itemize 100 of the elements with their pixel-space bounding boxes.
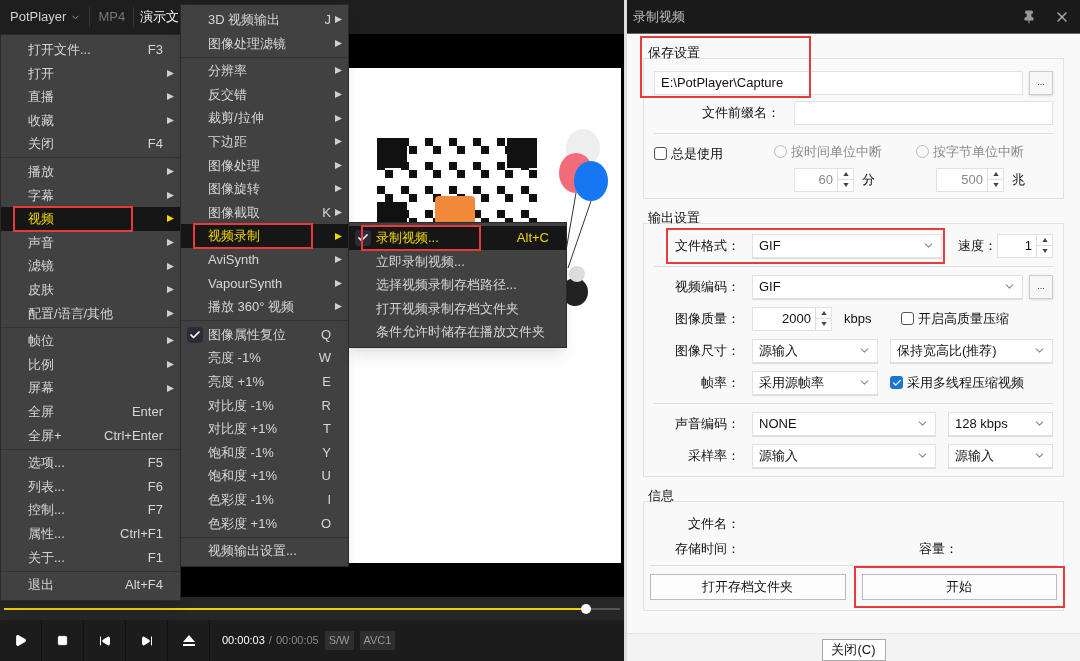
menu-item[interactable]: 播放 360° 视频 — [181, 295, 348, 319]
group-title: 保存设置 — [648, 45, 700, 60]
menu-item[interactable]: VapourSynth — [181, 271, 348, 296]
number-spinner[interactable]: 2000 — [752, 306, 832, 331]
menu-item[interactable]: 退出 Alt+F4 — [1, 573, 180, 597]
menu-item[interactable]: 录制视频... Alt+C — [349, 226, 566, 250]
time-separator: / — [268, 633, 272, 649]
menu-item[interactable]: 关于... F1 — [1, 545, 180, 570]
browse-button[interactable]: ... — [1029, 71, 1053, 95]
menu-item[interactable]: 亮度 +1% E — [181, 369, 348, 394]
submenu-arrow-icon — [335, 279, 342, 287]
checkbox[interactable]: 开启高质量压缩 — [901, 308, 1010, 329]
dialog-button[interactable]: 打开存档文件夹 — [650, 573, 846, 600]
total-time: 00:00:05 — [275, 633, 319, 649]
dropdown[interactable]: GIF — [752, 274, 1023, 299]
menu-item[interactable]: 反交错 — [181, 82, 348, 107]
menu-item[interactable]: 条件允许时储存在播放文件夹 — [349, 320, 566, 344]
next-icon — [140, 634, 153, 647]
submenu-arrow-icon — [335, 303, 342, 311]
menu-item[interactable]: 裁剪/拉伸 — [181, 106, 348, 130]
menu-item[interactable]: 图像处理 — [181, 153, 348, 178]
dialog-button[interactable]: 开始 — [861, 573, 1057, 600]
number-spinner[interactable]: 1 — [997, 233, 1053, 258]
video-title: 演示文 — [133, 7, 180, 27]
menu-item[interactable]: 选择视频录制存档路径... — [349, 273, 566, 297]
seek-handle[interactable] — [581, 603, 592, 614]
submenu-arrow-icon — [335, 209, 342, 217]
submenu-arrow-icon — [167, 309, 174, 317]
submenu-arrow-icon — [167, 337, 174, 345]
menu-item[interactable]: 属性... Ctrl+F1 — [1, 521, 180, 546]
field-label: 声音编码： — [674, 414, 740, 433]
menu-item[interactable]: 声音 — [1, 230, 180, 255]
menu-item[interactable]: 打开视频录制存档文件夹 — [349, 296, 566, 321]
dropdown[interactable]: 128 kbps — [948, 411, 1053, 436]
menu-item[interactable]: 关闭 F4 — [1, 132, 180, 156]
current-time: 00:00:03 — [222, 633, 265, 649]
menu-item[interactable]: 3D 视频输出 J — [181, 8, 348, 32]
submenu-arrow-icon — [167, 93, 174, 101]
dropdown[interactable]: 源输入 — [752, 338, 878, 363]
submenu-arrow-icon — [167, 215, 174, 223]
dropdown[interactable]: 保持宽高比(推荐) — [890, 338, 1053, 363]
close-button[interactable]: 关闭(C) — [821, 639, 886, 661]
checkbox[interactable]: 采用多线程压缩视频 — [890, 372, 1024, 393]
menu-item[interactable]: 打开 — [1, 61, 180, 86]
menu-item[interactable]: 亮度 -1% W — [181, 346, 348, 370]
menu-item[interactable]: 全屏 Enter — [1, 399, 180, 424]
menu-item[interactable]: 视频输出设置... — [181, 539, 348, 563]
menu-item[interactable]: 图像属性复位 Q — [181, 322, 348, 347]
menu-item[interactable]: 播放 — [1, 159, 180, 184]
dropdown[interactable]: GIF — [752, 233, 942, 258]
menu-item[interactable]: AviSynth — [181, 247, 348, 272]
menu-item[interactable]: 收藏 — [1, 108, 180, 133]
menu-item[interactable]: 色彩度 +1% O — [181, 511, 348, 536]
menu-item[interactable]: 配置/语言/其他 — [1, 301, 180, 326]
menu-item[interactable]: 视频录制 — [181, 224, 348, 248]
menu-item[interactable]: 饱和度 +1% U — [181, 464, 348, 488]
brand-menu[interactable]: PotPlayer — [0, 7, 77, 27]
menu-item[interactable]: 选项... F5 — [1, 451, 180, 475]
menu-item[interactable]: 列表... F6 — [1, 474, 180, 499]
menu-item[interactable]: 皮肤 — [1, 277, 180, 302]
path-field[interactable]: E:\PotPlayer\Capture — [654, 71, 1023, 95]
menu-item[interactable]: 直播 — [1, 85, 180, 109]
dialog-title: 录制视频 — [633, 7, 686, 26]
submenu-arrow-icon — [167, 191, 174, 199]
menu-item[interactable]: 色彩度 -1% I — [181, 487, 348, 512]
menu-item[interactable]: 比例 — [1, 352, 180, 377]
prefix-field[interactable] — [794, 101, 1053, 125]
menu-item[interactable]: 饱和度 -1% Y — [181, 440, 348, 465]
codec-badge: AVC1 — [359, 631, 396, 650]
menu-item[interactable]: 帧位 — [1, 329, 180, 353]
up-arrow-icon — [842, 171, 849, 176]
menu-item[interactable]: 图像旋转 — [181, 177, 348, 201]
up-arrow-icon — [992, 171, 999, 176]
menu-item[interactable]: 屏幕 — [1, 376, 180, 400]
field-label: 帧率： — [700, 373, 740, 392]
menu-item[interactable]: 分辨率 — [181, 59, 348, 83]
menu-item[interactable]: 全屏+ Ctrl+Enter — [1, 423, 180, 448]
checkbox[interactable]: 总是使用 — [654, 144, 774, 164]
dropdown[interactable]: NONE — [752, 411, 936, 436]
submenu-arrow-icon — [167, 384, 174, 392]
menu-item[interactable]: 打开文件... F3 — [1, 38, 180, 62]
menu-item[interactable]: 控制... F7 — [1, 498, 180, 522]
submenu-arrow-icon — [335, 114, 342, 122]
menu-item[interactable]: 图像截取 K — [181, 200, 348, 225]
field-label: 文件名： — [687, 514, 740, 533]
menu-item[interactable]: 下边距 — [181, 129, 348, 154]
menu-item[interactable]: 视频 — [1, 207, 180, 231]
menu-item[interactable]: 对比度 -1% R — [181, 393, 348, 418]
dropdown[interactable]: 源输入 — [948, 443, 1053, 468]
menu-item[interactable]: 立即录制视频... — [349, 249, 566, 274]
submenu-arrow-icon — [167, 361, 174, 368]
menu-item[interactable]: 图像处理滤镜 — [181, 31, 348, 56]
dropdown[interactable]: 采用源帧率 — [752, 370, 878, 395]
menu-item[interactable]: 字幕 — [1, 183, 180, 208]
dropdown[interactable]: 源输入 — [752, 443, 936, 468]
menu-item[interactable]: 滤镜 — [1, 254, 180, 278]
pin-icon[interactable] — [1022, 9, 1036, 24]
browse-button[interactable]: ... — [1029, 274, 1053, 299]
menu-item[interactable]: 对比度 +1% T — [181, 417, 348, 441]
format-label: MP4 — [89, 7, 134, 27]
